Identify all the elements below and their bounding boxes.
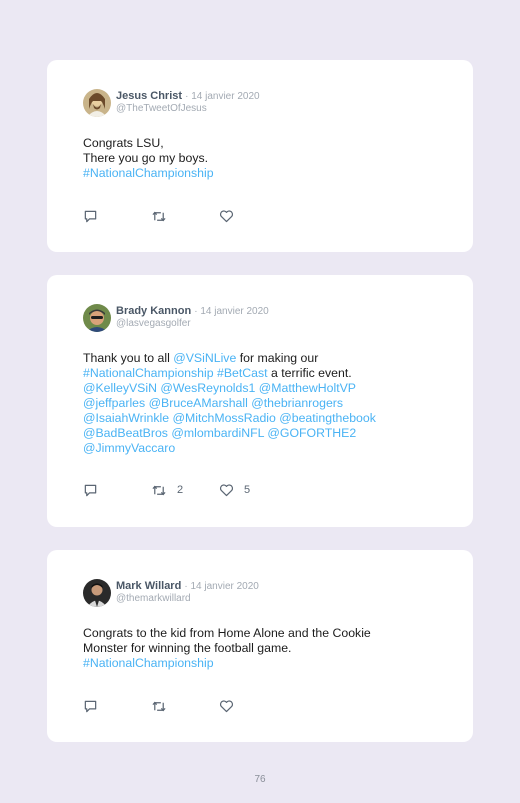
author-handle[interactable]: @TheTweetOfJesus <box>116 103 207 115</box>
mention-link[interactable]: @VSiNLive <box>173 351 236 365</box>
author-handle[interactable]: @lasvegasgolfer <box>116 318 191 330</box>
like-count: 5 <box>244 484 251 496</box>
tweet-text-line: Monster for winning the football game. <box>83 641 437 656</box>
tweet-text: Thank you to all @VSiNLive for making ou… <box>83 351 437 456</box>
tweet-text-segment: Thank you to all <box>83 351 174 365</box>
hashtag-link[interactable]: #NationalChampionship <box>83 166 214 180</box>
name-line: Brady Kannon · 14 janvier 2020 <box>116 305 269 318</box>
retweet-button[interactable] <box>151 698 177 714</box>
mention-link[interactable]: @KelleyVSiN @WesReynolds1 @MatthewHoltVP <box>83 381 356 395</box>
heart-icon <box>219 210 234 223</box>
tweet-text-line: Congrats LSU, <box>83 136 437 151</box>
name-line: Jesus Christ · 14 janvier 2020 <box>116 90 260 103</box>
tweet-text-line: Congrats to the kid from Home Alone and … <box>83 626 437 641</box>
tweet-text-line: #NationalChampionship <box>83 656 437 671</box>
tweet-header: Jesus Christ · 14 janvier 2020 @TheTweet… <box>83 89 453 117</box>
mention-link[interactable]: @JimmyVaccaro <box>83 441 175 455</box>
heart-icon <box>219 484 234 497</box>
author-name[interactable]: Brady Kannon <box>116 305 191 317</box>
tweet-actions <box>83 208 283 224</box>
mention-link[interactable]: @jeffparles @BruceAMarshall @thebrianrog… <box>83 396 343 410</box>
retweet-button[interactable]: 2 <box>151 482 183 498</box>
name-line: Mark Willard · 14 janvier 2020 <box>116 580 259 593</box>
tweet-text-segment: Monster for winning the football game. <box>83 641 292 655</box>
tweet-card: Jesus Christ · 14 janvier 2020 @TheTweet… <box>47 60 473 252</box>
tweet-text-line: @JimmyVaccaro <box>83 441 437 456</box>
hashtag-link[interactable]: #NationalChampionship <box>83 366 214 380</box>
comment-bubble-icon <box>84 210 97 222</box>
retweet-icon <box>152 701 166 711</box>
avatar[interactable] <box>83 89 111 117</box>
author-name[interactable]: Mark Willard <box>116 580 181 592</box>
retweet-button[interactable] <box>151 208 177 224</box>
like-button[interactable] <box>219 698 244 714</box>
page-number: 76 <box>254 774 266 785</box>
tweet-card: Mark Willard · 14 janvier 2020 @themarkw… <box>47 550 473 742</box>
tweet-actions <box>83 698 283 714</box>
reply-button[interactable] <box>83 208 98 224</box>
avatar[interactable] <box>83 579 111 607</box>
tweet-date: · 14 janvier 2020 <box>185 91 260 102</box>
avatar[interactable] <box>83 304 111 332</box>
mention-link[interactable]: @BadBeatBros @mlombardiNFL @GOFORTHE2 <box>83 426 356 440</box>
tweet-text-line: @IsaiahWrinkle @MitchMossRadio @beatingt… <box>83 411 437 426</box>
tweet-header: Mark Willard · 14 janvier 2020 @themarkw… <box>83 579 453 607</box>
heart-icon <box>219 700 234 713</box>
retweet-count: 2 <box>177 484 184 496</box>
like-button[interactable]: 5 <box>219 482 250 498</box>
tweet-text-segment: Congrats LSU, <box>83 136 164 150</box>
tweet-text-line: @KelleyVSiN @WesReynolds1 @MatthewHoltVP <box>83 381 437 396</box>
tweet-date: · 14 janvier 2020 <box>194 306 269 317</box>
tweet-text-line: There you go my boys. <box>83 151 437 166</box>
tweet-text-segment: There you go my boys. <box>83 151 209 165</box>
comment-bubble-icon <box>84 484 97 496</box>
author-name[interactable]: Jesus Christ <box>116 90 182 102</box>
hashtag-link[interactable]: #NationalChampionship <box>83 656 214 670</box>
reply-button[interactable] <box>83 482 98 498</box>
tweet-header: Brady Kannon · 14 janvier 2020 @lasvegas… <box>83 304 453 332</box>
tweet-text-line: #NationalChampionship <box>83 166 437 181</box>
retweet-icon <box>152 211 166 221</box>
tweet-text-line: #NationalChampionship #BetCast a terrifi… <box>83 366 437 381</box>
reply-button[interactable] <box>83 698 98 714</box>
tweet-actions: 2 5 <box>83 482 283 498</box>
author-handle[interactable]: @themarkwillard <box>116 593 191 605</box>
tweet-text-line: @BadBeatBros @mlombardiNFL @GOFORTHE2 <box>83 426 437 441</box>
tweet-card: Brady Kannon · 14 janvier 2020 @lasvegas… <box>47 275 473 527</box>
hashtag-link[interactable]: #BetCast <box>217 366 268 380</box>
comment-bubble-icon <box>84 700 97 712</box>
mention-link[interactable]: @IsaiahWrinkle @MitchMossRadio @beatingt… <box>83 411 376 425</box>
tweet-date: · 14 janvier 2020 <box>184 581 259 592</box>
tweet-text-segment: for making our <box>236 351 319 365</box>
tweet-text-segment: a terrific event. <box>267 366 352 380</box>
tweet-text: Congrats to the kid from Home Alone and … <box>83 626 437 671</box>
tweet-text: Congrats LSU, There you go my boys. #Natio… <box>83 136 437 181</box>
tweet-text-line: @jeffparles @BruceAMarshall @thebrianrog… <box>83 396 437 411</box>
tweet-text-segment: Congrats to the kid from Home Alone and … <box>83 626 371 640</box>
like-button[interactable] <box>219 208 244 224</box>
tweet-text-line: Thank you to all @VSiNLive for making ou… <box>83 351 437 366</box>
retweet-icon <box>152 485 166 495</box>
